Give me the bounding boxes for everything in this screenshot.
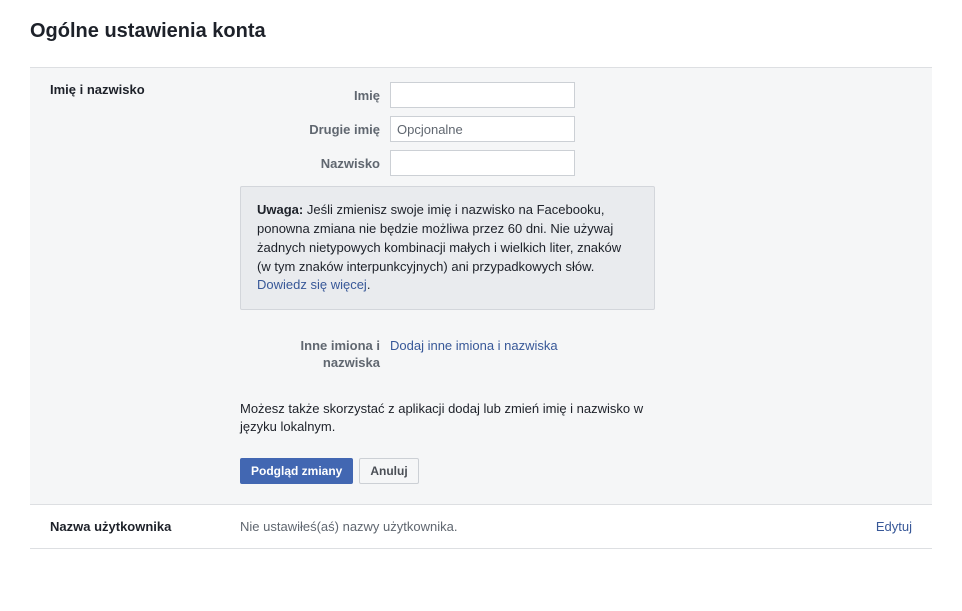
middle-name-label: Drugie imię [240,122,390,137]
name-section: Imię i nazwisko Imię Drugie imię Nazwisk… [30,67,932,504]
username-edit-link[interactable]: Edytuj [876,519,912,534]
username-section-body: Nie ustawiłeś(aś) nazwy użytkownika. [240,519,852,534]
last-name-label: Nazwisko [240,156,390,171]
preview-change-button[interactable]: Podgląd zmiany [240,458,353,484]
username-section-title-col: Nazwa użytkownika [50,519,240,534]
other-names-label: Inne imiona i nazwiska [240,338,390,372]
middle-name-input[interactable] [390,116,575,142]
notice-text: Jeśli zmienisz swoje imię i nazwisko na … [257,202,621,274]
username-section-title: Nazwa użytkownika [50,519,240,534]
notice-strong: Uwaga: [257,202,303,217]
page-title: Ogólne ustawienia konta [30,20,932,43]
last-name-input[interactable] [390,150,575,176]
name-buttons-row: Podgląd zmiany Anuluj [240,458,912,484]
cancel-button[interactable]: Anuluj [359,458,418,484]
notice-learn-more-link[interactable]: Dowiedz się więcej [257,277,367,292]
name-section-body: Imię Drugie imię Nazwisko Uwaga: Jeśli z… [240,82,912,484]
first-name-input[interactable] [390,82,575,108]
other-names-row: Inne imiona i nazwiska Dodaj inne imiona… [240,338,912,372]
notice-after: . [367,277,371,292]
last-name-row: Nazwisko [240,150,912,176]
local-name-helper: Możesz także skorzystać z aplikacji doda… [240,400,655,436]
other-names-value: Dodaj inne imiona i nazwiska [390,338,558,372]
middle-name-row: Drugie imię [240,116,912,142]
first-name-row: Imię [240,82,912,108]
name-section-title: Imię i nazwisko [50,82,240,97]
username-section: Nazwa użytkownika Nie ustawiłeś(aś) nazw… [30,504,932,549]
name-change-notice: Uwaga: Jeśli zmienisz swoje imię i nazwi… [240,186,655,310]
username-value: Nie ustawiłeś(aś) nazwy użytkownika. [240,519,457,534]
username-section-action: Edytuj [852,519,912,534]
add-other-names-link[interactable]: Dodaj inne imiona i nazwiska [390,338,558,353]
name-section-title-col: Imię i nazwisko [50,82,240,484]
first-name-label: Imię [240,88,390,103]
